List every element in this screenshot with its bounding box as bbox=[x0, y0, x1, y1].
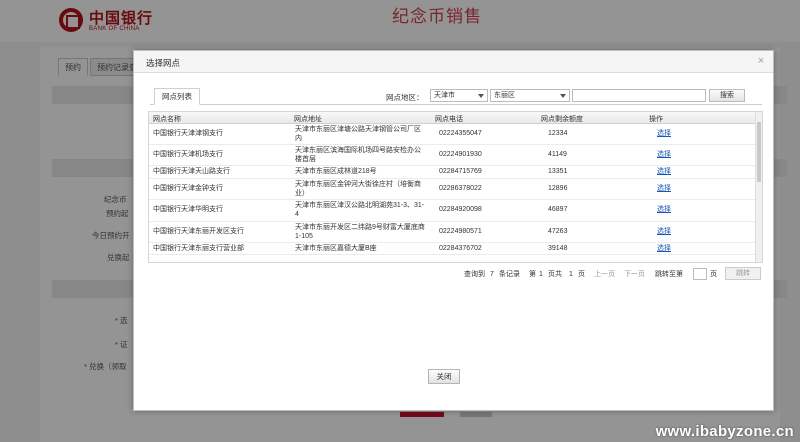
cell-branch-phone: 02286378022 bbox=[439, 185, 482, 192]
prev-page-link[interactable]: 上一页 bbox=[594, 269, 615, 281]
cell-branch-phone: 02284376702 bbox=[439, 245, 482, 252]
cell-branch-name: 中国银行天津天山路支行 bbox=[153, 168, 230, 175]
table-row: 中国银行天津金钟支行 天津市东丽区金钟河大街徐庄村（培衡商业） 0228637802… bbox=[149, 179, 756, 200]
select-branch-link[interactable]: 选择 bbox=[657, 185, 671, 194]
table-row: 中国银行天津天山路支行 天津市东丽区成林道218号 02284715769 13351… bbox=[149, 166, 756, 179]
pager-total-suffix: 条记录 bbox=[499, 271, 520, 278]
dialog-title: 选择网点 bbox=[146, 58, 181, 68]
pager-page-label: 页 bbox=[578, 271, 585, 278]
city-select[interactable]: 天津市 bbox=[430, 89, 488, 102]
page-number-input[interactable] bbox=[693, 268, 707, 280]
close-icon[interactable]: × bbox=[755, 55, 767, 67]
table-scrollbar[interactable] bbox=[755, 112, 762, 262]
cell-remaining-quota: 12334 bbox=[548, 130, 568, 137]
cell-branch-address: 天津市东丽区金钟河大街徐庄村（培衡商业） bbox=[295, 181, 421, 197]
cell-branch-name: 中国银行天津东丽支行营业部 bbox=[153, 245, 244, 252]
cell-remaining-quota: 12896 bbox=[548, 185, 568, 192]
district-select-value: 东丽区 bbox=[494, 92, 515, 99]
watermark-text: www.ibabyzone.cn bbox=[655, 423, 794, 440]
column-header-phone: 网点电话 bbox=[435, 116, 463, 123]
cell-remaining-quota: 46897 bbox=[548, 206, 568, 213]
cell-remaining-quota: 47263 bbox=[548, 228, 568, 235]
cell-branch-name: 中国银行天津机场支行 bbox=[153, 151, 223, 158]
pager-total-pages: 1 bbox=[569, 271, 573, 278]
cell-branch-name: 中国银行天津金钟支行 bbox=[153, 185, 223, 192]
cell-branch-phone: 02224901930 bbox=[439, 151, 482, 158]
search-input[interactable] bbox=[572, 89, 706, 102]
cell-branch-name: 中国银行天津华明支行 bbox=[153, 206, 223, 213]
search-button[interactable]: 搜索 bbox=[709, 89, 745, 102]
table-row: 中国银行天津华明支行 天津市东丽区津汉公路北明湖苑31-3、31-4 0228492… bbox=[149, 200, 756, 222]
cell-branch-phone: 02224980571 bbox=[439, 228, 482, 235]
tab-branch-list[interactable]: 网点列表 bbox=[154, 88, 200, 105]
table-row: 中国银行天津津钢支行 天津市东丽区津塘公路天津钢管公司厂区内 02224355047… bbox=[149, 124, 756, 145]
select-branch-link[interactable]: 选择 bbox=[657, 151, 671, 160]
select-branch-link[interactable]: 选择 bbox=[657, 206, 671, 215]
select-branch-link[interactable]: 选择 bbox=[657, 245, 671, 254]
next-page-link[interactable]: 下一页 bbox=[624, 269, 645, 281]
select-branch-link[interactable]: 选择 bbox=[657, 130, 671, 139]
table-header: 网点名称 网点地址 网点电话 网点剩余额度 操作 bbox=[149, 112, 762, 124]
select-branch-dialog: 选择网点 × 网点列表 网点地区： 天津市 东丽区 搜索 网点名称 网点地址 网… bbox=[133, 50, 774, 411]
table-row: 中国银行天津东丽开发区支行 天津市东丽开发区二纬路9号财富大厦底商1-105 022… bbox=[149, 222, 756, 243]
pager-total-prefix: 查询到 bbox=[464, 271, 485, 278]
city-select-value: 天津市 bbox=[434, 92, 455, 99]
district-select[interactable]: 东丽区 bbox=[490, 89, 570, 102]
jump-button[interactable]: 跳转 bbox=[725, 267, 761, 280]
jump-to-label: 跳转至第 bbox=[655, 271, 683, 278]
column-header-quota: 网点剩余额度 bbox=[541, 116, 583, 123]
area-label: 网点地区： bbox=[386, 93, 424, 102]
pager-total-count: 7 bbox=[490, 271, 494, 278]
cell-branch-name: 中国银行天津津钢支行 bbox=[153, 130, 223, 137]
pager-current-page: 1 bbox=[539, 271, 543, 278]
cell-branch-phone: 02284715769 bbox=[439, 168, 482, 175]
table-row: 中国银行天津东丽支行营业部 天津市东丽区嘉德大厦B座 02284376702 3914… bbox=[149, 243, 756, 255]
close-button[interactable]: 关闭 bbox=[428, 369, 460, 384]
cell-branch-address: 天津市东丽区嘉德大厦B座 bbox=[295, 245, 377, 252]
dialog-titlebar: 选择网点 × bbox=[134, 51, 773, 73]
pager-page-total-label: 页共 bbox=[548, 271, 562, 278]
chevron-down-icon bbox=[478, 94, 484, 98]
cell-branch-name: 中国银行天津东丽开发区支行 bbox=[153, 228, 244, 235]
chevron-down-icon bbox=[560, 94, 566, 98]
cell-branch-address: 天津市东丽区津汉公路北明湖苑31-3、31-4 bbox=[295, 202, 425, 218]
cell-branch-address: 天津市东丽区成林道218号 bbox=[295, 168, 377, 175]
cell-branch-address: 天津东丽区滨海国际机场四号路安检办公楼首层 bbox=[295, 147, 421, 163]
cell-remaining-quota: 41149 bbox=[548, 151, 567, 158]
branch-table: 网点名称 网点地址 网点电话 网点剩余额度 操作 中国银行天津津钢支行天津市东丽… bbox=[148, 111, 763, 263]
column-header-address: 网点地址 bbox=[294, 116, 322, 123]
jump-suffix-label: 页 bbox=[710, 271, 717, 278]
cell-branch-address: 天津市东丽区津塘公路天津钢管公司厂区内 bbox=[295, 126, 421, 142]
select-branch-link[interactable]: 选择 bbox=[657, 228, 671, 237]
cell-branch-address: 天津市东丽开发区二纬路9号财富大厦底商1-105 bbox=[295, 224, 425, 240]
column-header-action: 操作 bbox=[649, 116, 663, 123]
table-row: 中国银行天津机场支行 天津东丽区滨海国际机场四号路安检办公楼首层 022249019… bbox=[149, 145, 756, 166]
pager-page-label: 第 bbox=[529, 271, 536, 278]
select-branch-link[interactable]: 选择 bbox=[657, 168, 671, 177]
scrollbar-thumb[interactable] bbox=[757, 122, 761, 182]
cell-remaining-quota: 13351 bbox=[548, 168, 568, 175]
cell-branch-phone: 02224355047 bbox=[439, 130, 482, 137]
cell-remaining-quota: 39148 bbox=[548, 245, 568, 252]
cell-branch-phone: 02284920098 bbox=[439, 206, 482, 213]
column-header-name: 网点名称 bbox=[153, 116, 181, 123]
